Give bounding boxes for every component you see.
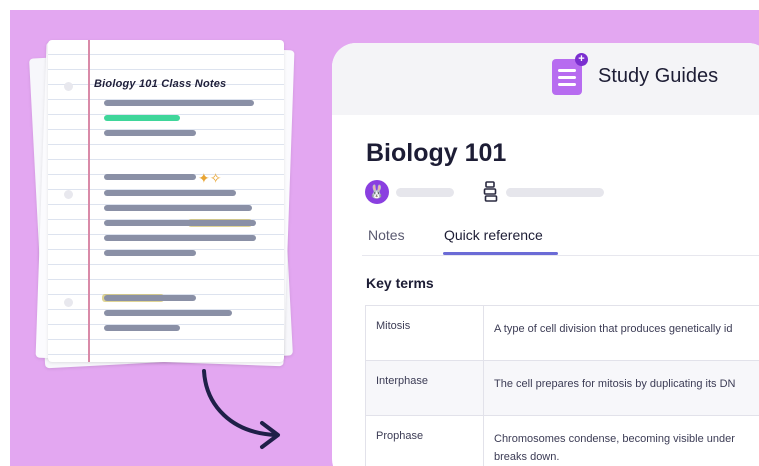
note-line [104,130,196,136]
notebook-page: Biology 101 Class Notes ✦✧ [48,40,284,362]
definition-cell: A type of cell division that produces ge… [483,305,759,361]
note-line [104,325,180,331]
note-line [104,310,232,316]
note-line [104,190,236,196]
header-title: Study Guides [598,65,719,87]
binder-hole [64,82,73,91]
page-title: Biology 101 [366,139,507,167]
hero-illustration: Biology 101 Class Notes ✦✧ + Study Guide… [10,10,759,466]
study-guide-card: + Study Guides Biology 101 🐰 Notes Quick… [332,43,759,466]
meta-placeholder [506,188,604,197]
note-line [104,295,196,301]
sparkle-icon: ✦✧ [198,170,222,186]
tab-quick-reference[interactable]: Quick reference [444,227,543,243]
note-line [104,174,196,180]
curved-arrow-icon [202,369,280,449]
tab-divider [362,255,759,256]
table-row: Prophase Chromosomes condense, becoming … [365,415,759,466]
key-terms-table: Mitosis A type of cell division that pro… [365,305,759,466]
notebook-title: Biology 101 Class Notes [94,78,227,90]
tab-notes[interactable]: Notes [368,227,405,243]
notebook-margin-line [88,40,90,362]
definition-line: breaks down. [494,451,560,463]
definition-line: Chromosomes condense, becoming visible u… [494,433,735,445]
note-line [104,250,196,256]
term-cell: Mitosis [365,305,484,361]
term-cell: Prophase [365,415,484,466]
card-header: + Study Guides [332,43,759,115]
active-tab-indicator [443,252,558,255]
study-guide-icon: + [552,53,588,95]
author-placeholder [396,188,454,197]
bunny-avatar-icon[interactable]: 🐰 [365,180,389,204]
term-cell: Interphase [365,360,484,416]
note-line [104,235,256,241]
binder-hole [64,190,73,199]
definition-cell: Chromosomes condense, becoming visible u… [483,415,759,466]
binder-hole [64,298,73,307]
note-line [104,220,256,226]
note-line [104,205,252,211]
table-row: Interphase The cell prepares for mitosis… [365,360,759,416]
definition-cell: The cell prepares for mitosis by duplica… [483,360,759,416]
note-line [104,100,254,106]
table-row: Mitosis A type of cell division that pro… [365,305,759,361]
books-icon [483,181,498,202]
section-title: Key terms [366,275,434,291]
note-line-highlighted [104,115,180,121]
